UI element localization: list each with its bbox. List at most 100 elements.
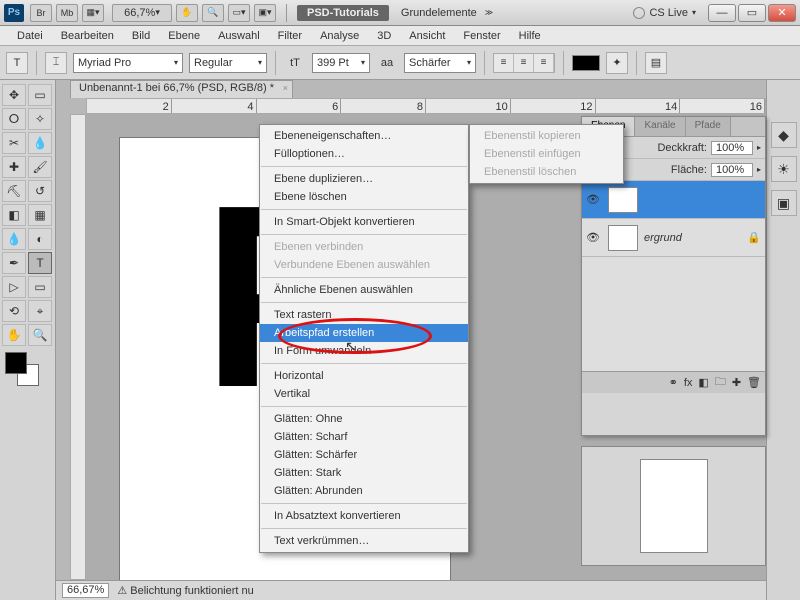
history-brush-tool[interactable]: ↺ [28,180,52,202]
zoom-level[interactable]: 66,7% ▾ [112,4,172,22]
menu-bearbeiten[interactable]: Bearbeiten [52,28,123,44]
new-group-icon[interactable]: 🗀 [715,373,726,392]
orientation-icon[interactable]: ⌶ [45,52,67,74]
mi-arbeitspfad-erstellen[interactable]: Arbeitspfad erstellen [260,324,468,342]
blur-tool[interactable]: 💧 [2,228,26,250]
mi-ebenenstil-kopieren: Ebenenstil kopieren [470,127,623,145]
eraser-tool[interactable]: ◧ [2,204,26,226]
mi-loeschen[interactable]: Ebene löschen [260,188,468,206]
opacity-input[interactable]: 100% [711,141,753,155]
close-tab-icon[interactable]: × [283,83,288,93]
eyedropper-tool[interactable]: 💧 [28,132,52,154]
font-family-combo[interactable]: Myriad Pro▾ [73,53,183,73]
maximize-button[interactable]: ▭ [738,4,766,22]
layer-text[interactable]: 👁 [582,181,765,219]
text-color-swatch[interactable] [572,55,600,71]
mi-smartobjekt[interactable]: In Smart-Objekt konvertieren [260,213,468,231]
minibridge-button[interactable]: Mb [56,4,78,22]
workspace-psd-tutorials[interactable]: PSD-Tutorials [297,5,389,21]
mi-horizontal[interactable]: Horizontal [260,367,468,385]
font-style-combo[interactable]: Regular▾ [189,53,267,73]
heal-tool[interactable]: ✚ [2,156,26,178]
document-tab[interactable]: Unbenannt-1 bei 66,7% (PSD, RGB/8) *× [70,80,293,98]
mi-in-form-umwandeln[interactable]: In Form umwandeln [260,342,468,360]
screenmode-button[interactable]: ▣▾ [254,4,276,22]
gradient-tool[interactable]: ▦ [28,204,52,226]
mi-ebeneneigenschaften[interactable]: Ebeneneigenschaften… [260,127,468,145]
bridge-button[interactable]: Br [30,4,52,22]
mi-glaetten-abrunden[interactable]: Glätten: Abrunden [260,482,468,500]
3d-tool[interactable]: ⟲ [2,300,26,322]
mi-verbinden: Ebenen verbinden [260,238,468,256]
menu-datei[interactable]: Datei [8,28,52,44]
layer-background[interactable]: 👁 ergrund 🔒 [582,219,765,257]
minimize-button[interactable]: — [708,4,736,22]
swatches-panel-icon[interactable]: ◆ [771,122,797,148]
cs-live[interactable]: CS Live▾ [627,7,702,19]
menu-ansicht[interactable]: Ansicht [400,28,454,44]
character-panel-button[interactable]: ▤ [645,52,667,74]
menu-auswahl[interactable]: Auswahl [209,28,269,44]
status-zoom[interactable]: 66,67% [62,583,109,598]
3d-camera-tool[interactable]: ⌖ [28,300,52,322]
color-swatches[interactable] [2,352,53,388]
move-tool[interactable]: ✥ [2,84,26,106]
menu-analyse[interactable]: Analyse [311,28,368,44]
brush-tool[interactable]: 🖌 [28,156,52,178]
marquee-tool[interactable]: ▭ [28,84,52,106]
visibility-icon[interactable]: 👁 [586,231,602,244]
mi-text-verkruemmen[interactable]: Text verkrümmen… [260,532,468,550]
workspace-grundelemente[interactable]: Grundelemente [393,5,485,21]
hand-tool[interactable]: ✋ [2,324,26,346]
menu-3d[interactable]: 3D [368,28,400,44]
mask-icon[interactable]: ◧ [698,376,708,389]
masks-panel-icon[interactable]: ▣ [771,190,797,216]
workspace-more-icon[interactable]: ≫ [485,8,493,17]
tab-kanaele[interactable]: Kanäle [635,117,685,136]
fx-icon[interactable]: fx [684,377,693,389]
pen-tool[interactable]: ✒ [2,252,26,274]
wand-tool[interactable]: ✧ [28,108,52,130]
path-select-tool[interactable]: ▷ [2,276,26,298]
mi-glaetten-ohne[interactable]: Glätten: Ohne [260,410,468,428]
shape-tool[interactable]: ▭ [28,276,52,298]
menu-fenster[interactable]: Fenster [454,28,509,44]
adjustments-panel-icon[interactable]: ☀ [771,156,797,182]
mi-glaetten-schaerfer[interactable]: Glätten: Schärfer [260,446,468,464]
mi-glaetten-scharf[interactable]: Glätten: Scharf [260,428,468,446]
hand-button[interactable]: ✋ [176,4,198,22]
menu-hilfe[interactable]: Hilfe [510,28,550,44]
mi-duplizieren[interactable]: Ebene duplizieren… [260,170,468,188]
mi-absatztext[interactable]: In Absatztext konvertieren [260,507,468,525]
lasso-tool[interactable]: ⵔ [2,108,26,130]
view-extras-button[interactable]: ▦▾ [82,4,104,22]
stamp-tool[interactable]: ⛏ [2,180,26,202]
font-size-combo[interactable]: 399 Pt▾ [312,53,370,73]
mi-fuelloptionen[interactable]: Fülloptionen… [260,145,468,163]
zoom-button[interactable]: 🔍 [202,4,224,22]
mi-aehnliche[interactable]: Ähnliche Ebenen auswählen [260,281,468,299]
menu-bild[interactable]: Bild [123,28,159,44]
delete-layer-icon[interactable]: 🗑 [747,376,761,389]
menu-ebene[interactable]: Ebene [159,28,209,44]
zoom-tool[interactable]: 🔍 [28,324,52,346]
arrange-button[interactable]: ▭▾ [228,4,250,22]
tab-pfade[interactable]: Pfade [686,117,731,136]
dodge-tool[interactable]: ◐ [28,228,52,250]
mi-vertikal[interactable]: Vertikal [260,385,468,403]
warp-text-button[interactable]: ✦ [606,52,628,74]
mi-text-rastern[interactable]: Text rastern [260,306,468,324]
close-button[interactable]: ✕ [768,4,796,22]
text-align-group[interactable]: ≡≡≡ [493,53,555,73]
type-tool[interactable]: T [28,252,52,274]
visibility-icon[interactable]: 👁 [586,193,602,206]
crop-tool[interactable]: ✂ [2,132,26,154]
mi-glaetten-stark[interactable]: Glätten: Stark [260,464,468,482]
new-layer-icon[interactable]: ✚ [732,376,741,389]
antialias-combo[interactable]: Schärfer▾ [404,53,476,73]
tool-preset-icon[interactable]: T [6,52,28,74]
navigator-thumb[interactable] [640,459,708,553]
link-layers-icon[interactable]: ⚭ [669,376,678,389]
menu-filter[interactable]: Filter [269,28,311,44]
fill-input[interactable]: 100% [711,163,753,177]
